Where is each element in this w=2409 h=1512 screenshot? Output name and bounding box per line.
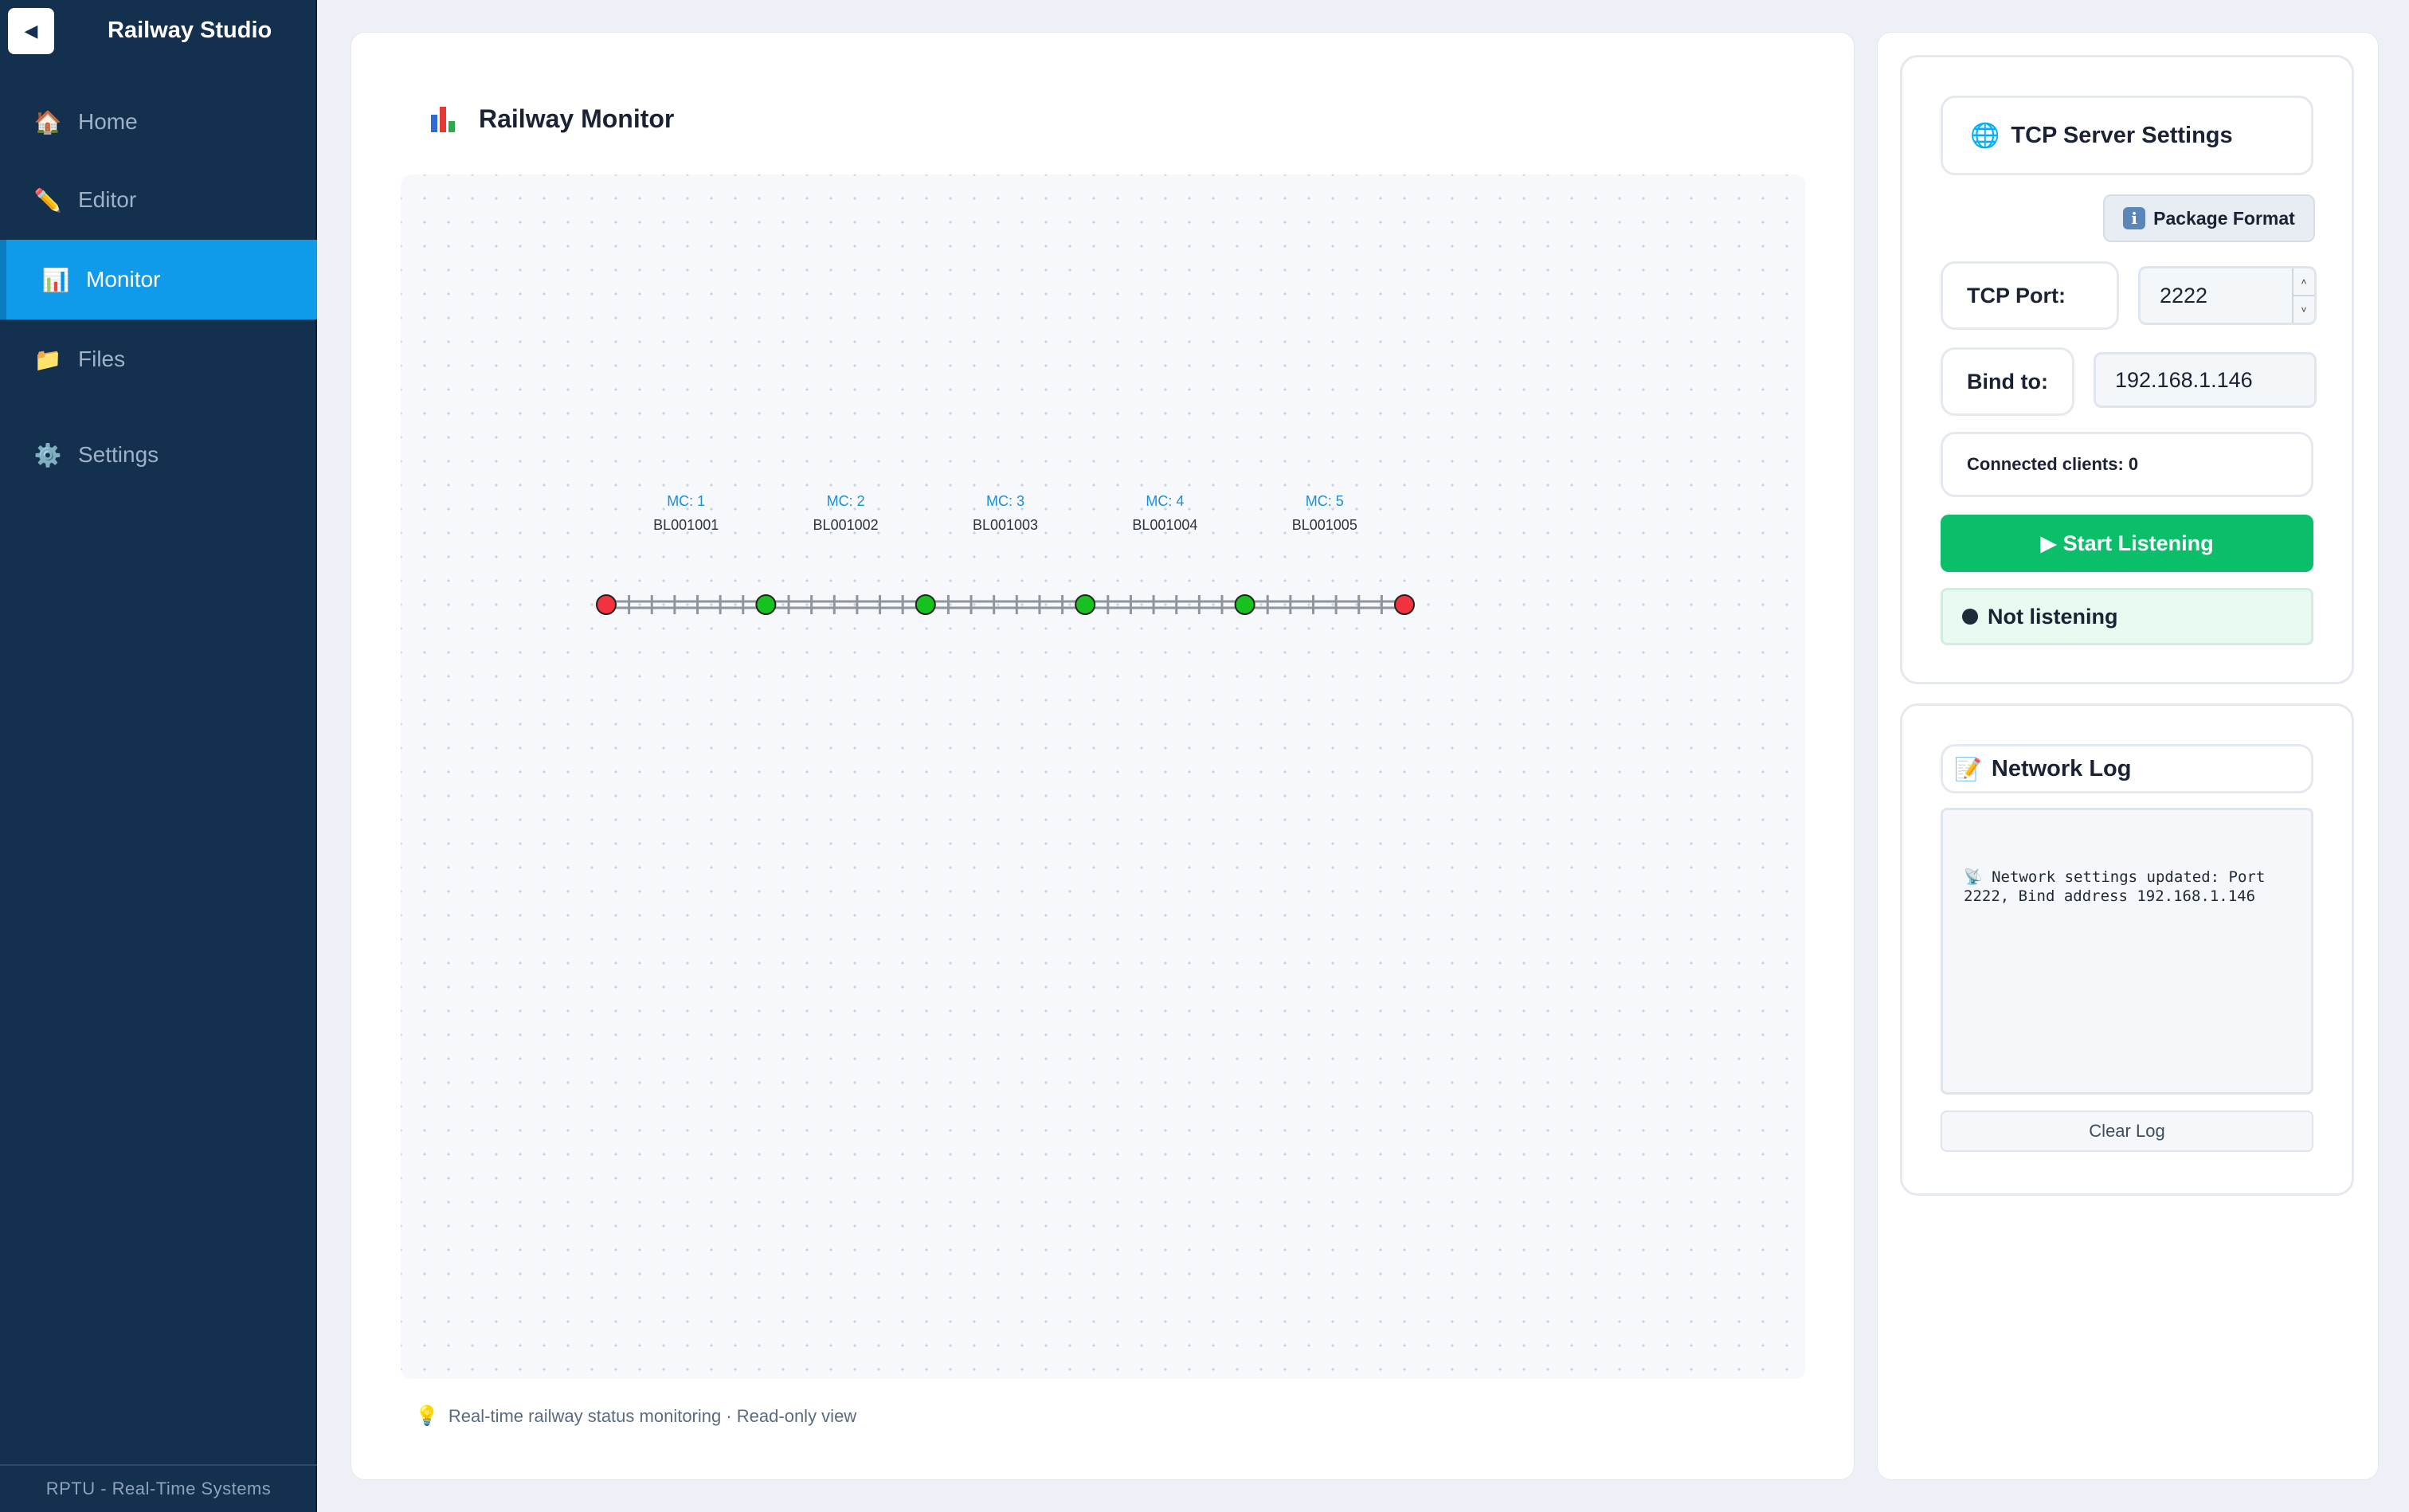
signal-node-red [1394,594,1415,615]
sidebar-header: ◀ Railway Studio [0,0,315,64]
page-title-text: Railway Monitor [479,104,675,133]
segment-id-label: BL001005 [1292,517,1357,533]
segment-mc-label: MC: 2 [827,493,865,509]
tcp-port-input[interactable]: 2222 ˄ ˅ [2138,266,2317,325]
hint-label: Real-time railway status monitoring · Re… [448,1405,857,1426]
segment-id-label: BL001004 [1132,517,1197,533]
bar-chart-icon [431,106,458,132]
memo-icon: 📝 [1954,756,1982,781]
sidebar-item-label: Home [78,109,138,134]
sidebar-footer: RPTU - Real-Time Systems [0,1464,317,1512]
tcp-port-label-box: TCP Port: [1941,261,2119,330]
signal-node-green [915,594,936,615]
signal-node-green [755,594,777,615]
home-icon: 🏠 [33,109,62,135]
tcp-port-value: 2222 [2160,283,2208,307]
segment-mc-label: MC: 5 [1306,493,1344,509]
segment-id-label: BL001003 [973,517,1038,533]
network-log-section: 📝 Network Log 📡 Network settings updated… [1900,703,2354,1196]
sidebar-item-label: Settings [78,442,159,467]
segment-mc-label: MC: 1 [667,493,705,509]
connected-clients-box: Connected clients: 0 [1941,432,2313,497]
tcp-settings-section: 🌐 TCP Server Settings i Package Format T… [1900,55,2354,684]
connected-clients-text: Connected clients: 0 [1967,454,2139,474]
collapse-sidebar-button[interactable]: ◀ [8,8,54,54]
sidebar-item-editor[interactable]: ✏️ Editor [0,161,317,239]
bind-address-input[interactable]: 192.168.1.146 [2094,352,2317,408]
bar-chart-icon: 📊 [41,267,70,292]
log-entry: 📡 Network settings updated: Port 2222, B… [1964,868,2274,905]
sidebar-item-settings[interactable]: ⚙️ Settings [0,416,317,494]
network-log-title: Network Log [1991,755,2132,781]
sidebar-item-monitor[interactable]: 📊 Monitor [0,240,317,319]
tcp-settings-header: 🌐 TCP Server Settings [1941,96,2313,175]
segment-mc-label: MC: 4 [1146,493,1184,509]
sidebar-item-files[interactable]: 📁 Files [0,320,317,398]
collapse-icon: ◀ [24,21,38,41]
sidebar: ◀ Railway Studio 🏠 Home ✏️ Editor 📊 Moni… [0,0,317,1512]
tcp-port-label: TCP Port: [1967,283,2066,307]
pencil-icon: ✏️ [33,187,62,213]
track-diagram: MC: 1 BL001001 MC: 2 BL001002 MC: 3 BL001003 M… [596,493,1415,615]
status-dot-icon [1962,609,1978,625]
bind-label: Bind to: [1967,369,2048,394]
folder-icon: 📁 [33,347,62,372]
listening-status: Not listening [1941,588,2313,645]
railway-canvas[interactable]: MC: 1 BL001001 MC: 2 BL001002 MC: 3 BL001003 M… [401,174,1806,1379]
hint-text: 💡 Real-time railway status monitoring · … [415,1404,856,1428]
app-title: Railway Studio [108,18,272,43]
info-icon: i [2123,207,2146,229]
tcp-settings-title: TCP Server Settings [2011,122,2233,148]
bind-address-value: 192.168.1.146 [2115,367,2253,392]
globe-icon: 🌐 [1970,122,2000,149]
package-format-button[interactable]: i Package Format [2103,194,2315,242]
segment-mc-label: MC: 3 [986,493,1024,509]
network-log-output[interactable]: 📡 Network settings updated: Port 2222, B… [1941,808,2313,1095]
start-listening-button[interactable]: ▶ Start Listening [1941,515,2313,572]
signal-node-green [1234,594,1255,615]
signal-node-green [1075,594,1096,615]
network-log-header: 📝 Network Log [1941,744,2313,793]
package-format-label: Package Format [2153,207,2295,229]
gear-icon: ⚙️ [33,442,62,468]
sidebar-item-home[interactable]: 🏠 Home [0,83,317,161]
signal-node-red [596,594,617,615]
port-stepper[interactable]: ˄ ˅ [2292,268,2314,323]
lightbulb-icon: 💡 [415,1405,439,1427]
right-panel: 🌐 TCP Server Settings i Package Format T… [1877,32,2379,1480]
stepper-up-button[interactable]: ˄ [2293,268,2314,295]
sidebar-item-label: Editor [78,187,137,212]
bind-label-box: Bind to: [1941,347,2074,416]
monitor-panel: Railway Monitor MC: 1 BL001001 MC: 2 BL0010… [351,32,1855,1480]
sidebar-item-label: Files [78,347,126,371]
segment-id-label: BL001001 [653,517,719,533]
status-text: Not listening [1988,604,2118,629]
stepper-down-button[interactable]: ˅ [2293,295,2314,323]
clear-log-button[interactable]: Clear Log [1941,1110,2313,1152]
page-title: Railway Monitor [431,104,674,134]
sidebar-item-label: Monitor [86,267,161,292]
segment-id-label: BL001002 [813,517,879,533]
